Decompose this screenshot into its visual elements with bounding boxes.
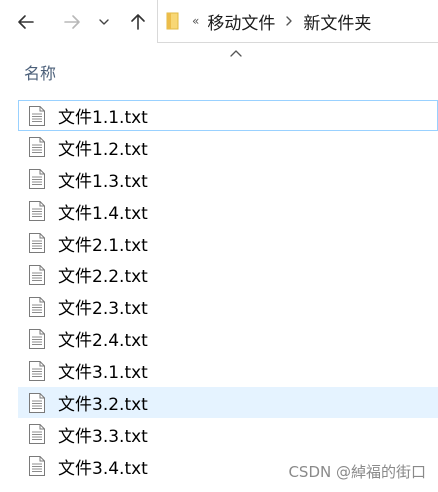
text-file-icon (28, 136, 46, 158)
forward-button[interactable] (58, 8, 86, 36)
text-file-icon (28, 264, 46, 286)
file-name: 文件2.3.txt (58, 299, 148, 320)
breadcrumb-item-move-files[interactable]: 移动文件 (207, 9, 275, 34)
arrow-left-icon (18, 15, 34, 29)
breadcrumb-overflow-button[interactable]: « (192, 14, 199, 28)
file-row[interactable]: 文件2.4.txt (18, 323, 438, 354)
text-file-icon (28, 328, 46, 350)
address-bar[interactable]: « 移动文件 新文件夹 (157, 0, 438, 43)
file-name: 文件1.2.txt (58, 139, 148, 160)
file-row[interactable]: 文件2.2.txt (18, 259, 438, 290)
file-name: 文件3.3.txt (58, 426, 148, 447)
file-row[interactable]: 文件3.2.txt (18, 387, 438, 419)
file-name: 文件3.2.txt (58, 395, 148, 416)
file-row[interactable]: 文件1.4.txt (18, 196, 438, 227)
file-name: 文件3.4.txt (58, 458, 148, 479)
file-row[interactable]: 文件2.1.txt (18, 228, 438, 259)
file-name: 文件2.1.txt (58, 235, 148, 256)
file-name: 文件2.2.txt (58, 267, 148, 288)
column-header-name[interactable]: 名称 (24, 60, 56, 84)
file-row[interactable]: 文件3.1.txt (18, 355, 438, 386)
file-name: 文件2.4.txt (58, 331, 148, 352)
text-file-icon (28, 200, 46, 222)
text-file-icon (28, 232, 46, 254)
file-row[interactable]: 文件1.3.txt (18, 164, 438, 195)
file-list: 文件1.1.txt 文件1.2.txt 文件1.3.txt 文件1.4.txt 文件2.… (18, 100, 438, 483)
navigation-bar: « 移动文件 新文件夹 (0, 0, 438, 44)
arrow-right-icon (64, 15, 80, 29)
text-file-icon (28, 455, 46, 477)
file-name: 文件3.1.txt (58, 363, 148, 384)
file-row[interactable]: 文件2.3.txt (18, 291, 438, 322)
file-name: 文件1.4.txt (58, 203, 148, 224)
chevron-down-icon (99, 19, 109, 25)
file-name: 文件1.1.txt (58, 108, 148, 128)
breadcrumb-item-new-folder[interactable]: 新文件夹 (303, 9, 371, 34)
back-button[interactable] (12, 8, 40, 36)
text-file-icon (28, 105, 46, 127)
chevron-right-icon[interactable] (285, 15, 295, 27)
text-file-icon (28, 296, 46, 318)
file-row[interactable]: 文件1.1.txt (18, 100, 438, 131)
file-name: 文件1.3.txt (58, 171, 148, 192)
file-row[interactable]: 文件1.2.txt (18, 132, 438, 163)
watermark: CSDN @綽福的街口 (288, 463, 426, 481)
arrow-up-icon (131, 14, 145, 30)
text-file-icon (28, 360, 46, 382)
up-button[interactable] (124, 8, 152, 36)
text-file-icon (28, 168, 46, 190)
text-file-icon (28, 392, 46, 414)
file-row[interactable]: 文件3.3.txt (18, 419, 438, 450)
sort-ascending-icon (230, 50, 242, 57)
folder-icon (166, 11, 182, 31)
text-file-icon (28, 423, 46, 445)
recent-locations-button[interactable] (94, 8, 114, 36)
